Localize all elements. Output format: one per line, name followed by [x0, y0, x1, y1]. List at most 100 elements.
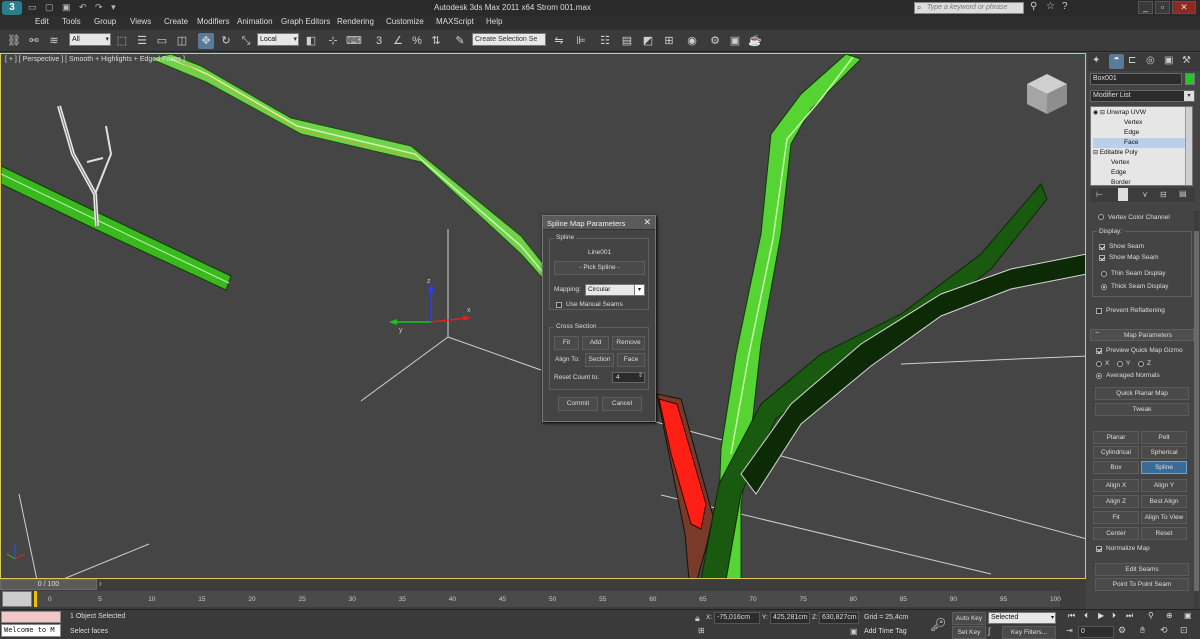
- close-button[interactable]: ✕: [1172, 1, 1196, 14]
- mapping-dropdown[interactable]: Circular ▾: [585, 284, 645, 296]
- selection-region-icon[interactable]: ▭: [154, 33, 170, 49]
- edit-named-selection-icon[interactable]: ✎: [452, 33, 468, 49]
- z-coordinate-field[interactable]: 630,827cm: [819, 612, 859, 624]
- remove-button[interactable]: Remove: [612, 336, 645, 350]
- commit-button[interactable]: Commit: [558, 397, 598, 411]
- pick-spline-button[interactable]: - Pick Spline -: [554, 261, 645, 275]
- align-x-button[interactable]: Align X: [1093, 479, 1139, 492]
- angle-snap-icon[interactable]: ∠: [390, 33, 406, 49]
- quick-planar-map-button[interactable]: Quick Planar Map: [1095, 387, 1189, 400]
- key-filters-button[interactable]: Key Filters...: [1002, 626, 1056, 639]
- select-by-name-icon[interactable]: ☰: [134, 33, 150, 49]
- rendered-frame-window-icon[interactable]: ▣: [727, 33, 743, 49]
- pelt-button[interactable]: Pelt: [1141, 431, 1187, 444]
- menu-graph-editors[interactable]: Graph Editors: [281, 17, 330, 26]
- menu-edit[interactable]: Edit: [35, 17, 49, 26]
- align-to-view-button[interactable]: Align To View: [1141, 511, 1187, 524]
- binoculars-icon[interactable]: ⚲: [1030, 1, 1037, 12]
- box-button[interactable]: Box: [1093, 461, 1139, 474]
- stack-scrollbar[interactable]: [1185, 107, 1192, 185]
- stack-item-editable-poly[interactable]: ⊟ Editable Poly: [1093, 149, 1138, 156]
- time-configuration-icon[interactable]: ⚙: [1118, 625, 1126, 636]
- modifier-list-dropdown[interactable]: Modifier List ▾: [1090, 90, 1195, 102]
- current-frame-field[interactable]: 0: [1078, 626, 1114, 638]
- window-crossing-icon[interactable]: ◫: [174, 33, 190, 49]
- dialog-close-icon[interactable]: ✕: [643, 217, 651, 228]
- remove-modifier-icon[interactable]: ⊟: [1160, 190, 1167, 199]
- unlink-icon[interactable]: ⚯: [26, 33, 42, 49]
- menu-group[interactable]: Group: [94, 17, 116, 26]
- planar-button[interactable]: Planar: [1093, 431, 1139, 444]
- maximize-toggle-icon[interactable]: ⊡: [1180, 625, 1188, 636]
- slider-next-icon[interactable]: ›: [99, 579, 102, 588]
- add-time-tag[interactable]: Add Time Tag: [864, 628, 907, 635]
- bind-space-warp-icon[interactable]: ≋: [46, 33, 62, 49]
- preview-gizmo-checkbox[interactable]: [1096, 348, 1102, 354]
- averaged-normals-radio[interactable]: [1096, 373, 1102, 379]
- curve-editor-icon[interactable]: ◩: [640, 33, 656, 49]
- panel-scrollbar-thumb[interactable]: [1194, 231, 1199, 591]
- time-slider[interactable]: 0 / 100: [0, 579, 97, 590]
- search-field[interactable]: ⌕ Type a keyword or phrase: [914, 2, 1024, 14]
- axis-x-radio[interactable]: [1096, 361, 1102, 367]
- stack-item-poly-vertex[interactable]: Vertex: [1111, 159, 1129, 166]
- vertex-color-channel-radio[interactable]: [1098, 214, 1104, 220]
- configure-modifier-sets-icon[interactable]: ▤: [1179, 189, 1187, 198]
- prevent-reflattening-checkbox[interactable]: [1096, 308, 1102, 314]
- dialog-header[interactable]: Spline Map Parameters ✕: [543, 216, 655, 230]
- stack-item-face[interactable]: Face: [1093, 138, 1185, 148]
- absolute-mode-icon[interactable]: ⊞: [698, 626, 705, 635]
- key-mode-toggle-icon[interactable]: ⇥: [1066, 626, 1073, 635]
- face-button[interactable]: Face: [617, 353, 645, 367]
- time-tag-icon[interactable]: ▣: [850, 627, 858, 636]
- menu-maxscript[interactable]: MAXScript: [436, 17, 474, 26]
- reset-button[interactable]: Reset: [1141, 527, 1187, 540]
- help-icon[interactable]: ?: [1062, 1, 1068, 12]
- menu-animation[interactable]: Animation: [237, 17, 273, 26]
- link-icon[interactable]: ⛓: [6, 33, 22, 49]
- zoom-icon[interactable]: ⚲: [1148, 611, 1154, 620]
- stack-item-poly-edge[interactable]: Edge: [1111, 169, 1126, 176]
- set-key-icon[interactable]: 🔑︎: [930, 617, 947, 633]
- create-tab-icon[interactable]: ✦: [1092, 55, 1100, 66]
- key-mode-icon[interactable]: ∫: [988, 626, 990, 636]
- y-coordinate-field[interactable]: 425,281cm: [770, 612, 810, 624]
- percent-snap-icon[interactable]: %: [409, 33, 425, 49]
- keyboard-shortcut-icon[interactable]: ⌨: [346, 33, 362, 49]
- listener-pink-pane[interactable]: [1, 611, 61, 623]
- object-color-swatch[interactable]: [1185, 73, 1195, 85]
- thin-seam-radio[interactable]: [1101, 271, 1107, 277]
- named-selection-input[interactable]: Create Selection Se: [472, 33, 546, 46]
- modify-tab-icon[interactable]: ◓: [1109, 54, 1124, 69]
- rollout-area[interactable]: Vertex Color Channel Display: Show Seam …: [1088, 211, 1194, 609]
- map-parameters-header[interactable]: − Map Parameters: [1090, 329, 1194, 341]
- snaps-toggle-icon[interactable]: 3: [371, 33, 387, 49]
- previous-frame-icon[interactable]: ⏴︎: [1084, 611, 1088, 621]
- render-production-icon[interactable]: ☕: [747, 33, 763, 49]
- edit-seams-button[interactable]: Edit Seams: [1095, 563, 1189, 576]
- graphite-ribbon-icon[interactable]: ▤: [619, 33, 635, 49]
- schematic-view-icon[interactable]: ⊞: [661, 33, 677, 49]
- minimize-button[interactable]: _: [1138, 1, 1153, 14]
- section-button[interactable]: Section: [585, 353, 614, 367]
- cancel-button[interactable]: Cancel: [602, 397, 642, 411]
- material-editor-icon[interactable]: ◉: [684, 33, 700, 49]
- make-unique-icon[interactable]: ⋎: [1142, 190, 1148, 199]
- object-name-field[interactable]: Box001: [1090, 73, 1182, 85]
- menu-customize[interactable]: Customize: [386, 17, 424, 26]
- mini-curve-toggle[interactable]: [2, 591, 32, 607]
- viewport-label[interactable]: [ + ] [ Perspective ] [ Smooth + Highlig…: [5, 56, 185, 63]
- pivot-center-icon[interactable]: ◧: [303, 33, 319, 49]
- axis-z-radio[interactable]: [1138, 361, 1144, 367]
- layer-manager-icon[interactable]: ☷: [597, 33, 613, 49]
- pin-stack-icon[interactable]: ⊢: [1096, 190, 1103, 199]
- stack-item-border[interactable]: Border: [1111, 179, 1131, 186]
- orbit-icon[interactable]: ⟲: [1160, 625, 1168, 636]
- menu-tools[interactable]: Tools: [62, 17, 81, 26]
- reset-count-spinner[interactable]: 4 ⇕: [612, 372, 645, 383]
- best-align-button[interactable]: Best Align: [1141, 495, 1187, 508]
- auto-key-mode-dropdown[interactable]: Selected ▾: [988, 612, 1056, 624]
- display-tab-icon[interactable]: ▣: [1164, 55, 1173, 66]
- maxscript-listener[interactable]: Welcome to M: [1, 624, 61, 637]
- set-key-button[interactable]: Set Key: [952, 626, 986, 639]
